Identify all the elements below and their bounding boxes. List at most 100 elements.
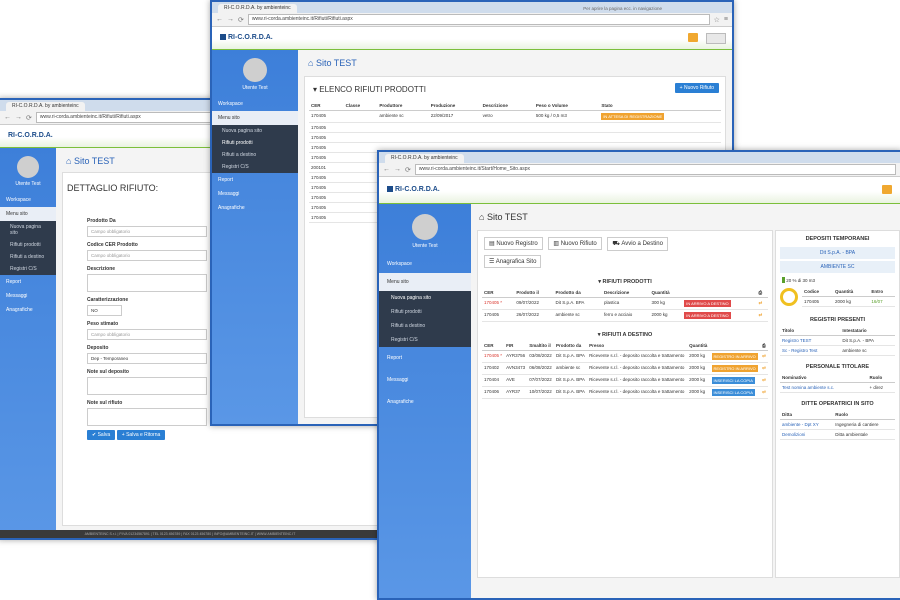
forward-icon[interactable]: → [227, 16, 234, 23]
sidebar-item-menu-sito[interactable]: Menu sito [0, 207, 56, 221]
sidebar-item-report[interactable]: Report [0, 275, 56, 289]
col-header[interactable]: CER [482, 341, 505, 351]
col-header[interactable]: Produzione [428, 101, 481, 111]
back-icon[interactable]: ← [216, 16, 223, 23]
col-header[interactable]: Stato [599, 101, 721, 111]
col-header[interactable]: Descrizione [601, 288, 650, 298]
col-header[interactable]: Descrizione [480, 101, 534, 111]
sidebar-item-registri[interactable]: Registri C/S [212, 161, 298, 173]
notification-icon[interactable] [688, 33, 698, 42]
status-badge[interactable]: INSERISCI LA COPIA [711, 389, 755, 396]
arrow-icon[interactable]: ⇄ [756, 309, 768, 322]
url-input[interactable]: www.ri-corda.ambienteinc.it/Rifiuti/Rifi… [247, 14, 710, 25]
status-badge[interactable]: IN ARRIVO A DESTINO [684, 300, 731, 307]
sidebar-item-messaggi[interactable]: Messaggi [212, 187, 298, 201]
note-deposito-textarea[interactable] [87, 377, 207, 395]
reload-icon[interactable]: ⟳ [238, 16, 244, 24]
table-row[interactable]: ambiente - Dpt XY Ingegneria di cantiere [780, 419, 895, 430]
sidebar-item-rifiuti-destino[interactable]: Rifiuti a destino [0, 251, 56, 263]
browser-tab[interactable]: RI-C.O.R.D.A. by ambienteinc [6, 102, 85, 111]
sidebar-item-report[interactable]: Report [212, 173, 298, 187]
table-row[interactable]: Registro TEST Dit S.p.A. - BPA [780, 335, 895, 346]
avatar[interactable] [412, 214, 438, 240]
save-return-button[interactable]: + Salva e Ritorna [116, 430, 166, 440]
status-badge[interactable]: INSERISCI LA COPIA [711, 377, 755, 384]
col-header[interactable]: CER [482, 288, 515, 298]
status-badge[interactable]: REGISTRO IN ARRIVO [711, 365, 758, 372]
caratterizzazione-select[interactable]: NO [87, 305, 122, 316]
note-rifiuto-textarea[interactable] [87, 408, 207, 426]
sidebar-item-anagrafiche[interactable]: Anagrafiche [212, 201, 298, 215]
peso-input[interactable]: Campo obbligatorio [87, 329, 207, 340]
new-rifiuto-button[interactable]: + Nuovo Rifiuto [674, 83, 719, 93]
status-badge[interactable]: IN ATTESA DI REGISTRAZIONE [601, 113, 665, 120]
table-row[interactable]: Demolizioni Ditta ambientale [780, 429, 895, 440]
table-row[interactable]: 170405 * 09/07/2022 Dit S.p.A. BPA plast… [482, 297, 768, 310]
deposito-site[interactable]: AMBIENTE SC [780, 261, 895, 273]
cer-input[interactable]: Campo obbligatorio [87, 250, 207, 261]
nuovo-registro-button[interactable]: ▤ Nuovo Registro [484, 237, 543, 250]
table-row[interactable]: 170404 AVE 07/07/2022 Dit S.p.A. BPA Ric… [482, 374, 768, 387]
sidebar-item-nuova-pagina[interactable]: Nuova pagina sito [212, 125, 298, 137]
status-badge[interactable]: REGISTRO IN ARRIVO [711, 353, 758, 360]
print-icon[interactable]: ⎙ [760, 341, 768, 351]
deposito-company[interactable]: Dit S.p.A. - BPA [780, 247, 895, 259]
arrow-icon[interactable]: ⇄ [760, 374, 768, 387]
sidebar-item-messaggi[interactable]: Messaggi [379, 369, 471, 391]
sidebar-item-report[interactable]: Report [379, 347, 471, 369]
col-header[interactable]: Smaltito il [527, 341, 554, 351]
table-row[interactable]: 170405 26/07/2022 ambiente sc ferro e ac… [482, 309, 768, 322]
table-row[interactable]: Test nomina ambiente s.c. + direz [780, 382, 895, 393]
col-header[interactable]: CER [309, 101, 344, 111]
app-logo[interactable]: RI-C.O.R.D.A. [220, 34, 273, 41]
app-logo[interactable]: RI-C.O.R.D.A. [387, 186, 440, 193]
table-row[interactable]: Sc - Registro Test ambiente sc [780, 345, 895, 356]
col-header[interactable]: Classe [343, 101, 378, 111]
ditta-link[interactable]: ambiente - Dpt XY [780, 419, 834, 430]
sidebar-item-messaggi[interactable]: Messaggi [0, 289, 56, 303]
table-row[interactable]: 170405 * AYR3756 03/08/2022 Dit S.p.A. B… [482, 350, 768, 363]
table-row[interactable]: 170405 [309, 132, 721, 143]
deposito-select[interactable]: Dep - Temporaneo [87, 353, 207, 364]
star-icon[interactable]: ☆ [714, 16, 720, 24]
logout-button[interactable] [706, 33, 726, 44]
avvio-destino-button[interactable]: ⛟ Avvio a Destino [607, 237, 668, 251]
col-header[interactable]: Quantità [649, 288, 683, 298]
back-icon[interactable]: ← [383, 166, 390, 173]
save-button[interactable]: ✔ Salva [87, 430, 116, 440]
sidebar-item-workspace[interactable]: Workspace [379, 255, 471, 273]
col-header[interactable]: Produttore [377, 101, 429, 111]
sidebar-item-menu-sito[interactable]: Menu sito [212, 111, 298, 125]
registro-link[interactable]: Registro TEST [780, 335, 841, 346]
ditta-link[interactable]: Demolizioni [780, 429, 834, 440]
table-row[interactable]: 170405 [309, 122, 721, 133]
avatar[interactable] [17, 156, 39, 178]
url-input[interactable]: www.ri-corda.ambienteinc.it/Start/Home_S… [414, 164, 896, 175]
produttore-input[interactable]: Campo obbligatorio [87, 226, 207, 237]
sidebar-item-rifiuti-prodotti[interactable]: Rifiuti prodotti [212, 137, 298, 149]
col-header[interactable]: FIR [504, 341, 528, 351]
descrizione-textarea[interactable] [87, 274, 207, 292]
sidebar-item-anagrafiche[interactable]: Anagrafiche [379, 391, 471, 413]
sidebar-item-registri[interactable]: Registri C/S [0, 263, 56, 275]
sidebar-item-anagrafiche[interactable]: Anagrafiche [0, 303, 56, 317]
arrow-icon[interactable]: ⇄ [756, 297, 768, 310]
col-header[interactable]: Prodotto il [514, 288, 554, 298]
nuovo-rifiuto-button[interactable]: ▥ Nuovo Rifiuto [548, 237, 602, 250]
col-header[interactable]: Presso [587, 341, 688, 351]
menu-icon[interactable]: ≡ [724, 16, 728, 23]
app-logo[interactable]: RI-C.O.R.D.A. [8, 132, 53, 139]
table-row[interactable]: 170405 ambiente sc 22/09/2017 vetro 500 … [309, 110, 721, 123]
sidebar-item-registri[interactable]: Registri C/S [379, 333, 471, 347]
sidebar-item-rifiuti-prodotti[interactable]: Rifiuti prodotti [379, 305, 471, 319]
reload-icon[interactable]: ⟳ [405, 166, 411, 174]
sidebar-item-menu-sito[interactable]: Menu sito [379, 273, 471, 291]
arrow-icon[interactable]: ⇄ [760, 362, 768, 375]
sidebar-item-workspace[interactable]: Workspace [212, 97, 298, 111]
table-row[interactable]: 170406 AYR37 10/07/2022 Dit S.p.A. BPA R… [482, 386, 768, 399]
col-header[interactable]: Quantità [687, 341, 710, 351]
arrow-icon[interactable]: ⇄ [760, 386, 768, 399]
reload-icon[interactable]: ⟳ [26, 114, 32, 122]
sidebar-item-rifiuti-destino[interactable]: Rifiuti a destino [212, 149, 298, 161]
arrow-icon[interactable]: ⇄ [760, 350, 768, 363]
